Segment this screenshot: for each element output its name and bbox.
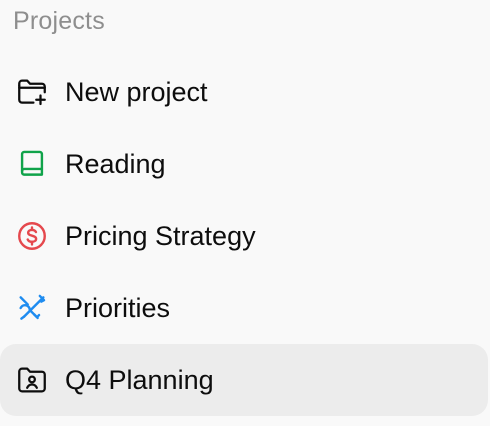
- project-item-q4-planning[interactable]: Q4 Planning: [0, 344, 488, 416]
- book-icon: [15, 147, 49, 181]
- project-label: Reading: [65, 149, 166, 179]
- compass-drafting-icon: [15, 291, 49, 325]
- project-item-pricing-strategy[interactable]: Pricing Strategy: [0, 200, 490, 272]
- project-label: Priorities: [65, 293, 171, 323]
- project-label: Q4 Planning: [65, 365, 214, 395]
- folder-plus-icon: [15, 75, 49, 109]
- folder-user-icon: [15, 363, 49, 397]
- project-label: Pricing Strategy: [65, 221, 256, 251]
- new-project-label: New project: [65, 77, 208, 107]
- projects-list: New project Reading Pricing Strategy Pri…: [0, 56, 490, 416]
- project-item-reading[interactable]: Reading: [0, 128, 490, 200]
- dollar-circle-icon: [15, 219, 49, 253]
- new-project-button[interactable]: New project: [0, 56, 490, 128]
- project-item-priorities[interactable]: Priorities: [0, 272, 490, 344]
- projects-panel: Projects New project Reading Pricing Str…: [0, 0, 490, 426]
- section-title: Projects: [13, 7, 105, 35]
